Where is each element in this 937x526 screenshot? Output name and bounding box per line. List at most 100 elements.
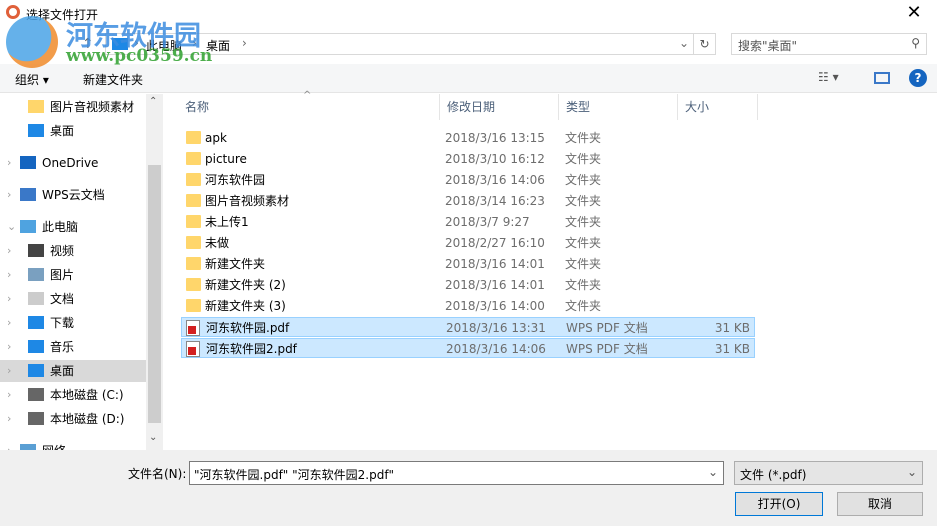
- file-size: 31 KB: [714, 321, 750, 335]
- chevron-icon[interactable]: ›: [7, 408, 11, 430]
- chevron-icon[interactable]: ›: [7, 288, 11, 310]
- chevron-icon[interactable]: ›: [7, 360, 11, 382]
- scroll-down-icon[interactable]: ⌄: [149, 432, 157, 443]
- chevron-down-icon: ⌄: [906, 465, 917, 479]
- chevron-icon[interactable]: ›: [7, 336, 11, 358]
- filename-value: "河东软件园.pdf" "河东软件园2.pdf": [194, 468, 395, 482]
- column-type[interactable]: 类型: [559, 94, 678, 120]
- new-folder-button[interactable]: 新建文件夹: [83, 71, 143, 88]
- help-icon[interactable]: ?: [909, 69, 927, 87]
- file-row[interactable]: 河东软件园 2018/3/16 14:06 文件夹: [181, 170, 755, 190]
- chevron-down-icon[interactable]: ⌄: [679, 36, 689, 50]
- chevron-icon[interactable]: ›: [7, 240, 11, 262]
- file-name: 河东软件园2.pdf: [206, 342, 297, 356]
- filename-input[interactable]: "河东软件园.pdf" "河东软件园2.pdf" ⌄: [189, 461, 724, 485]
- file-row[interactable]: 新建文件夹 (3) 2018/3/16 14:00 文件夹: [181, 296, 755, 316]
- search-input[interactable]: 搜索"桌面" ⚲: [731, 33, 927, 55]
- folder-icon: [186, 152, 201, 165]
- chevron-icon[interactable]: ›: [7, 264, 11, 286]
- pdf-file-icon: [186, 341, 200, 357]
- sidebar-item[interactable]: 图片音视频素材: [0, 96, 146, 118]
- sidebar-item[interactable]: › 桌面: [0, 360, 146, 382]
- close-button[interactable]: ✕: [891, 0, 937, 28]
- file-row[interactable]: 未上传1 2018/3/7 9:27 文件夹: [181, 212, 755, 232]
- chevron-down-icon[interactable]: ⌄: [708, 465, 718, 479]
- sidebar-item[interactable]: › 视频: [0, 240, 146, 262]
- folder-icon: [186, 131, 201, 144]
- chevron-icon[interactable]: ›: [7, 440, 11, 450]
- file-date: 2018/3/16 14:06: [445, 173, 545, 187]
- file-date: 2018/3/14 16:23: [445, 194, 545, 208]
- sidebar-item[interactable]: ⌄ 此电脑: [0, 216, 146, 238]
- sidebar-item[interactable]: › 本地磁盘 (C:): [0, 384, 146, 406]
- sidebar-item-label: 桌面: [50, 364, 75, 378]
- file-row[interactable]: 新建文件夹 2018/3/16 14:01 文件夹: [181, 254, 755, 274]
- sidebar-item-icon: [28, 412, 44, 425]
- file-row[interactable]: picture 2018/3/10 16:12 文件夹: [181, 149, 755, 169]
- file-type: 文件夹: [565, 215, 602, 229]
- scrollbar-thumb[interactable]: [148, 165, 161, 423]
- chevron-icon[interactable]: ›: [7, 152, 11, 174]
- file-row[interactable]: 河东软件园.pdf 2018/3/16 13:31 WPS PDF 文档 31 KB: [181, 317, 755, 337]
- cancel-button[interactable]: 取消: [837, 492, 923, 516]
- pdf-file-icon: [186, 320, 200, 336]
- file-type-select[interactable]: 文件 (*.pdf) ⌄: [734, 461, 923, 485]
- file-type-value: 文件 (*.pdf): [740, 468, 807, 482]
- file-date: 2018/3/7 9:27: [445, 215, 530, 229]
- bottom-bar: 文件名(N): "河东软件园.pdf" "河东软件园2.pdf" ⌄ 文件 (*…: [0, 450, 937, 526]
- chevron-icon[interactable]: ›: [7, 184, 11, 206]
- file-name: 新建文件夹 (3): [205, 299, 286, 313]
- chevron-icon[interactable]: ›: [7, 384, 11, 406]
- sidebar-item-icon: [28, 268, 44, 281]
- preview-pane-icon[interactable]: [874, 72, 890, 84]
- file-name: apk: [205, 131, 227, 145]
- sidebar-item-label: 此电脑: [42, 220, 79, 234]
- column-name[interactable]: 名称: [178, 94, 440, 120]
- folder-icon: [186, 278, 201, 291]
- file-date: 2018/3/16 13:31: [446, 321, 546, 335]
- file-date: 2018/3/16 14:01: [445, 257, 545, 271]
- file-row[interactable]: 图片音视频素材 2018/3/14 16:23 文件夹: [181, 191, 755, 211]
- folder-icon: [186, 236, 201, 249]
- view-options-icon[interactable]: ☷ ▾: [818, 70, 839, 84]
- sidebar-item-label: 视频: [50, 244, 75, 258]
- sidebar-item[interactable]: › 下载: [0, 312, 146, 334]
- file-size: 31 KB: [714, 342, 750, 356]
- column-date[interactable]: 修改日期: [440, 94, 559, 120]
- sidebar-item[interactable]: › WPS云文档: [0, 184, 146, 206]
- sidebar-item[interactable]: › OneDrive: [0, 152, 146, 174]
- sidebar-item[interactable]: 桌面: [0, 120, 146, 142]
- folder-icon: [186, 194, 201, 207]
- sidebar-item-icon: [20, 188, 36, 201]
- sidebar-item[interactable]: › 网络: [0, 440, 146, 450]
- file-name: 未做: [205, 236, 230, 250]
- sidebar-item-icon: [28, 124, 44, 137]
- file-name: picture: [205, 152, 247, 166]
- folder-icon: [186, 299, 201, 312]
- scroll-up-icon[interactable]: ⌃: [149, 96, 157, 107]
- organize-button[interactable]: 组织 ▾: [15, 71, 49, 88]
- file-date: 2018/3/16 14:01: [445, 278, 545, 292]
- sidebar-item[interactable]: › 文档: [0, 288, 146, 310]
- file-row[interactable]: apk 2018/3/16 13:15 文件夹: [181, 128, 755, 148]
- open-button[interactable]: 打开(O): [735, 492, 823, 516]
- chevron-icon[interactable]: ›: [7, 312, 11, 334]
- file-row[interactable]: 新建文件夹 (2) 2018/3/16 14:01 文件夹: [181, 275, 755, 295]
- file-row[interactable]: 未做 2018/2/27 16:10 文件夹: [181, 233, 755, 253]
- sidebar-item-label: 网络: [42, 440, 66, 450]
- sidebar-item[interactable]: › 图片: [0, 264, 146, 286]
- file-type: 文件夹: [565, 278, 602, 292]
- file-name: 新建文件夹 (2): [205, 278, 286, 292]
- sidebar-item[interactable]: › 本地磁盘 (D:): [0, 408, 146, 430]
- sidebar-item[interactable]: › 音乐: [0, 336, 146, 358]
- file-type: 文件夹: [565, 173, 602, 187]
- chevron-icon[interactable]: ⌄: [7, 216, 16, 238]
- file-row[interactable]: 河东软件园2.pdf 2018/3/16 14:06 WPS PDF 文档 31 KB: [181, 338, 755, 358]
- navigation-pane: 图片音视频素材 桌面 › OneDrive › WPS云文档 ⌄ 此电脑 › 视频 › 图片 › 文档 › 下…: [0, 94, 163, 450]
- sidebar-item-icon: [28, 100, 44, 113]
- refresh-button[interactable]: ↻: [694, 33, 716, 55]
- column-size[interactable]: 大小: [678, 94, 758, 120]
- file-type: 文件夹: [565, 131, 602, 145]
- sidebar-item-label: 本地磁盘 (C:): [50, 388, 124, 402]
- file-date: 2018/2/27 16:10: [445, 236, 545, 250]
